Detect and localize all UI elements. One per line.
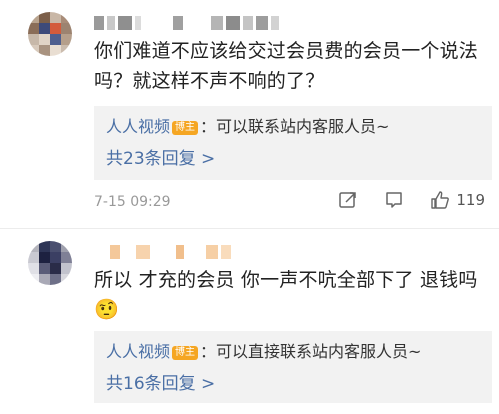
reply-author[interactable]: 人人视频 (106, 117, 170, 136)
reply-text: ：可以直接联系站内客服人员~ (200, 342, 422, 361)
username-redacted[interactable] (94, 14, 279, 32)
avatar[interactable] (28, 241, 72, 285)
like-count: 119 (456, 191, 485, 209)
share-icon[interactable] (338, 190, 358, 210)
comment-text-line: 所以 才充的会员 你一声不吭全部下了 退钱吗 (94, 269, 478, 291)
reply-preview[interactable]: 人人视频 博主 ：可以直接联系站内客服人员~ 共16条回复 > (94, 331, 492, 403)
username-redacted[interactable] (110, 243, 231, 261)
reply-count-link[interactable]: 共23条回复 > (106, 148, 215, 170)
comment-text-line: 你们难道不应该给交过会员费的会员一个说法 (94, 40, 479, 62)
reply-preview[interactable]: 人人视频 博主 ：可以联系站内客服人员~ 共23条回复 > (94, 106, 492, 180)
author-badge: 博主 (172, 121, 199, 135)
reply-text: ：可以联系站内客服人员~ (200, 117, 390, 136)
like-button[interactable]: 119 (430, 190, 485, 210)
raised-eyebrow-emoji: 🤨 (94, 297, 119, 321)
comment-actions: 119 (338, 190, 485, 210)
comment-text: 你们难道不应该给交过会员费的会员一个说法 吗？就这样不声不响的了？ (94, 36, 478, 96)
like-icon (431, 191, 450, 209)
reply-count-link[interactable]: 共16条回复 > (106, 373, 215, 395)
comment-text-line: 吗？就这样不声不响的了？ (94, 70, 325, 92)
author-badge: 博主 (172, 346, 199, 360)
avatar[interactable] (28, 12, 72, 56)
comment-icon[interactable] (384, 190, 404, 210)
comment-item: 你们难道不应该给交过会员费的会员一个说法 吗？就这样不声不响的了？ 人人视频 博主… (0, 0, 499, 228)
reply-author[interactable]: 人人视频 (106, 342, 170, 361)
timestamp: 7-15 09:29 (94, 194, 171, 210)
comment-text: 所以 才充的会员 你一声不吭全部下了 退钱吗 (94, 265, 478, 295)
comment-item: 所以 才充的会员 你一声不吭全部下了 退钱吗 🤨 人人视频 博主 ：可以直接联系站内… (0, 228, 499, 414)
